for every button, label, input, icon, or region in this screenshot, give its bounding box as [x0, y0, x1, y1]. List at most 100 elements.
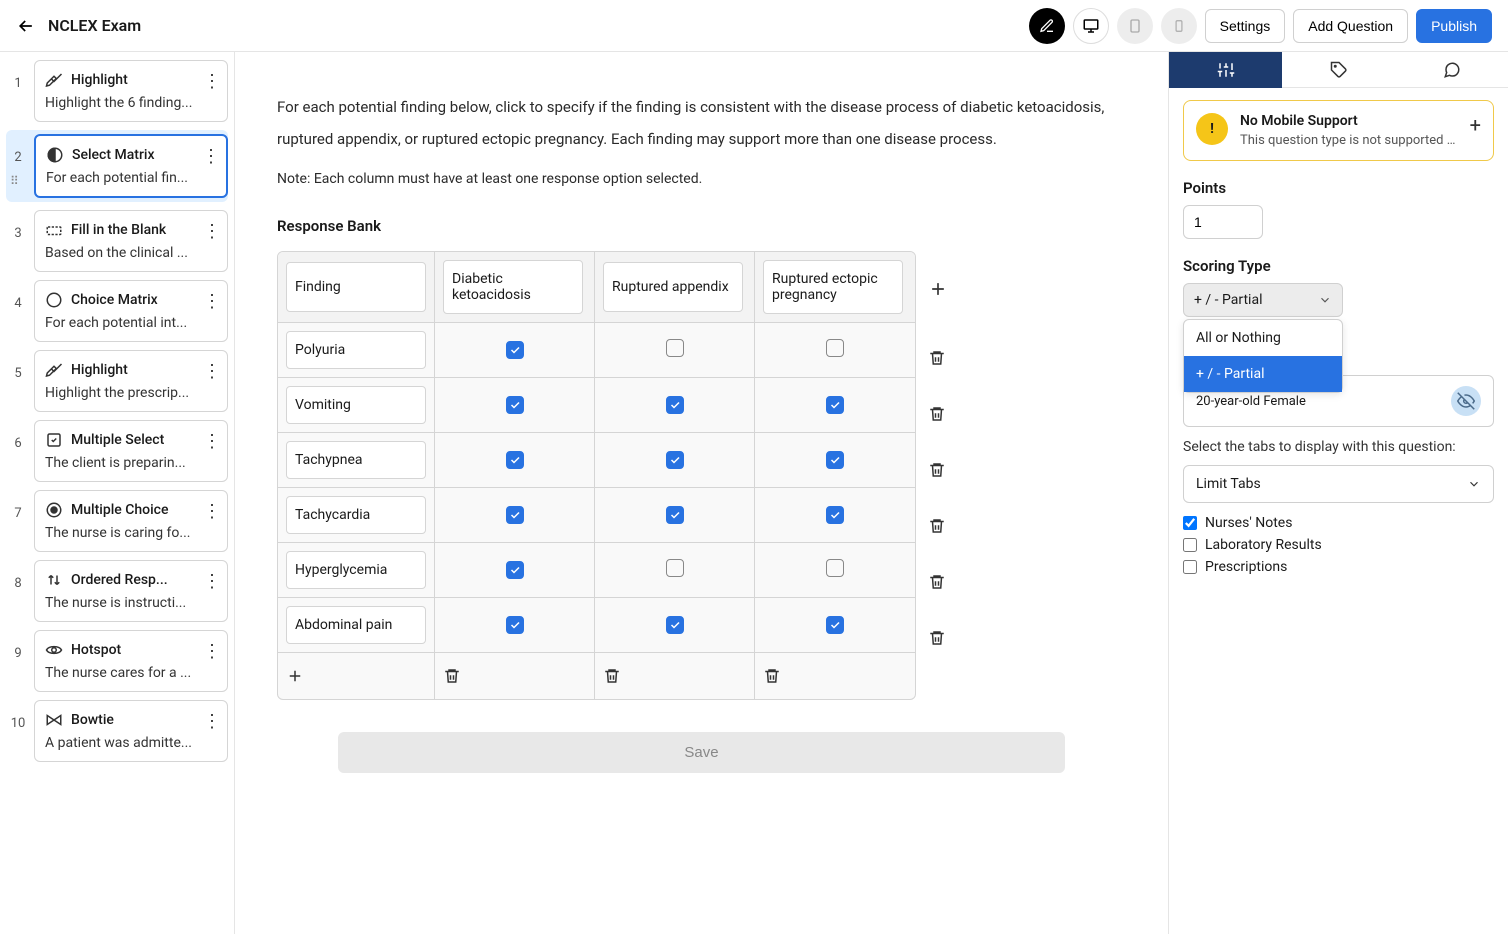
tab-checkboxes: Nurses' Notes Laboratory Results Prescript…	[1183, 515, 1494, 575]
delete-column-icon[interactable]	[603, 667, 746, 685]
question-card[interactable]: Bowtie A patient was admitte... ⋮	[34, 700, 228, 762]
kebab-menu-icon[interactable]: ⋮	[203, 71, 221, 92]
question-item[interactable]: 5 Highlight Highlight the prescrip... ⋮	[6, 350, 228, 412]
back-arrow-icon[interactable]	[16, 16, 36, 36]
kebab-menu-icon[interactable]: ⋮	[203, 221, 221, 242]
scoring-option[interactable]: + / - Partial	[1184, 356, 1342, 392]
mobile-preview-button[interactable]	[1161, 8, 1197, 44]
question-item[interactable]: 6 Multiple Select The client is preparin…	[6, 420, 228, 482]
tab-checkbox-row[interactable]: Nurses' Notes	[1183, 515, 1494, 531]
scoring-option[interactable]: All or Nothing	[1184, 320, 1342, 356]
question-card[interactable]: Highlight Highlight the prescrip... ⋮	[34, 350, 228, 412]
question-card[interactable]: Multiple Choice The nurse is caring fo..…	[34, 490, 228, 552]
question-item[interactable]: 9 Hotspot The nurse cares for a ... ⋮	[6, 630, 228, 692]
kebab-menu-icon[interactable]: ⋮	[203, 361, 221, 382]
question-item[interactable]: 3 Fill in the Blank Based on the clinica…	[6, 210, 228, 272]
question-number: 10	[6, 700, 30, 762]
question-item[interactable]: 10 Bowtie A patient was admitte... ⋮	[6, 700, 228, 762]
matrix-checkbox[interactable]	[506, 396, 524, 414]
column-header-input[interactable]: Ruptured appendix	[603, 262, 743, 312]
delete-row-icon[interactable]	[928, 349, 948, 369]
save-button[interactable]: Save	[338, 732, 1065, 773]
tags-tab[interactable]	[1282, 52, 1395, 88]
question-card[interactable]: Hotspot The nurse cares for a ... ⋮	[34, 630, 228, 692]
matrix-checkbox[interactable]	[666, 396, 684, 414]
kebab-menu-icon[interactable]: ⋮	[203, 431, 221, 452]
column-header-input[interactable]: Diabetic ketoacidosis	[443, 260, 583, 314]
question-item[interactable]: 7 Multiple Choice The nurse is caring fo…	[6, 490, 228, 552]
kebab-menu-icon[interactable]: ⋮	[203, 711, 221, 732]
add-column-icon[interactable]	[928, 279, 948, 299]
tab-checkbox-row[interactable]: Laboratory Results	[1183, 537, 1494, 553]
matrix-checkbox[interactable]	[826, 559, 844, 577]
kebab-menu-icon[interactable]: ⋮	[203, 501, 221, 522]
row-label-input[interactable]: Abdominal pain	[286, 606, 426, 644]
delete-row-icon[interactable]	[928, 629, 948, 649]
drag-handle-icon[interactable]: ⠿	[10, 174, 19, 188]
question-item[interactable]: 8 Ordered Resp... The nurse is instructi…	[6, 560, 228, 622]
column-header-input[interactable]: Finding	[286, 262, 426, 312]
expand-alert-icon[interactable]: +	[1470, 113, 1481, 137]
delete-column-icon[interactable]	[763, 667, 907, 685]
question-card[interactable]: ⠿ Select Matrix For each potential fin..…	[34, 134, 228, 198]
row-label-input[interactable]: Polyuria	[286, 331, 426, 369]
comments-tab[interactable]	[1395, 52, 1508, 88]
matrix-checkbox[interactable]	[826, 451, 844, 469]
visibility-toggle-icon[interactable]	[1451, 386, 1481, 416]
settings-tab[interactable]	[1169, 52, 1282, 88]
matrix-checkbox[interactable]	[506, 451, 524, 469]
delete-row-icon[interactable]	[928, 517, 948, 537]
tab-checkbox-row[interactable]: Prescriptions	[1183, 559, 1494, 575]
matrix-checkbox[interactable]	[666, 616, 684, 634]
column-header-input[interactable]: Ruptured ectopic pregnancy	[763, 260, 903, 314]
question-tab-value: 20-year-old Female	[1196, 394, 1306, 409]
row-label-input[interactable]: Tachypnea	[286, 441, 426, 479]
row-label-input[interactable]: Tachycardia	[286, 496, 426, 534]
kebab-menu-icon[interactable]: ⋮	[203, 641, 221, 662]
kebab-menu-icon[interactable]: ⋮	[203, 571, 221, 592]
question-card[interactable]: Fill in the Blank Based on the clinical …	[34, 210, 228, 272]
kebab-menu-icon[interactable]: ⋮	[203, 291, 221, 312]
question-card[interactable]: Choice Matrix For each potential int... …	[34, 280, 228, 342]
row-label-input[interactable]: Hyperglycemia	[286, 551, 426, 589]
settings-button[interactable]: Settings	[1205, 9, 1286, 43]
edit-mode-button[interactable]	[1029, 8, 1065, 44]
matrix-checkbox[interactable]	[506, 506, 524, 524]
delete-row-icon[interactable]	[928, 461, 948, 481]
question-card[interactable]: Highlight Highlight the 6 finding... ⋮	[34, 60, 228, 122]
delete-column-icon[interactable]	[443, 667, 586, 685]
save-bar: Save	[247, 720, 1156, 791]
question-card[interactable]: Ordered Resp... The nurse is instructi..…	[34, 560, 228, 622]
tab-checkbox[interactable]	[1183, 560, 1197, 574]
matrix-wrapper: Finding Diabetic ketoacidosis Ruptured app…	[277, 251, 1126, 700]
matrix-checkbox[interactable]	[506, 561, 524, 579]
question-item[interactable]: 4 Choice Matrix For each potential int..…	[6, 280, 228, 342]
matrix-checkbox[interactable]	[666, 506, 684, 524]
matrix-checkbox[interactable]	[506, 341, 524, 359]
matrix-checkbox[interactable]	[666, 559, 684, 577]
scoring-select[interactable]: + / - Partial	[1183, 283, 1343, 317]
matrix-checkbox[interactable]	[826, 396, 844, 414]
add-question-button[interactable]: Add Question	[1293, 9, 1408, 43]
matrix-checkbox[interactable]	[506, 616, 524, 634]
row-label-input[interactable]: Vomiting	[286, 386, 426, 424]
matrix-checkbox[interactable]	[666, 451, 684, 469]
matrix-checkbox[interactable]	[826, 616, 844, 634]
publish-button[interactable]: Publish	[1416, 9, 1492, 43]
question-item[interactable]: 1 Highlight Highlight the 6 finding... ⋮	[6, 60, 228, 122]
question-item[interactable]: 2 ⠿ Select Matrix For each potential fin…	[6, 130, 228, 202]
tab-checkbox[interactable]	[1183, 538, 1197, 552]
question-card[interactable]: Multiple Select The client is preparin..…	[34, 420, 228, 482]
matrix-checkbox[interactable]	[826, 506, 844, 524]
points-input[interactable]	[1183, 205, 1263, 239]
delete-row-icon[interactable]	[928, 405, 948, 425]
tablet-preview-button[interactable]	[1117, 8, 1153, 44]
desktop-preview-button[interactable]	[1073, 8, 1109, 44]
delete-row-icon[interactable]	[928, 573, 948, 593]
add-row-icon[interactable]	[286, 667, 426, 685]
matrix-checkbox[interactable]	[826, 339, 844, 357]
kebab-menu-icon[interactable]: ⋮	[202, 146, 220, 167]
tab-checkbox[interactable]	[1183, 516, 1197, 530]
limit-tabs-select[interactable]: Limit Tabs	[1183, 465, 1494, 503]
matrix-checkbox[interactable]	[666, 339, 684, 357]
